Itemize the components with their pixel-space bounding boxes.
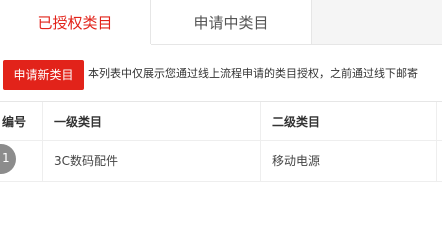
table-row-divider — [0, 181, 442, 182]
table-cell-level2: 移动电源 — [272, 154, 321, 168]
table-header-level2: 二级类目 — [272, 114, 321, 129]
table-cell-level1: 3C数码配件 — [54, 154, 119, 168]
category-table: 编号 一级类目 二级类目 3C数码配件 移动电源 — [0, 101, 442, 182]
table-header-number: 编号 — [2, 114, 27, 129]
tab-bar-divider — [151, 44, 442, 45]
tab-bar-filler — [312, 0, 442, 45]
tab-pending-categories[interactable]: 申请中类目 — [151, 0, 312, 44]
notice-text: 本列表中仅展示您通过线上流程申请的类目授权，之前通过线下邮寄 — [88, 67, 418, 80]
category-authorization-page: 已授权类目 申请中类目 申请新类目 本列表中仅展示您通过线上流程申请的类目授权，… — [0, 0, 442, 221]
table-header-level1: 一级类目 — [54, 114, 103, 129]
table-column-divider — [436, 102, 437, 181]
table-cell-number: 1 — [2, 151, 10, 165]
tab-authorized-categories[interactable]: 已授权类目 — [0, 0, 151, 44]
tab-bar: 已授权类目 申请中类目 — [0, 0, 442, 45]
apply-new-category-button[interactable]: 申请新类目 — [3, 60, 84, 90]
